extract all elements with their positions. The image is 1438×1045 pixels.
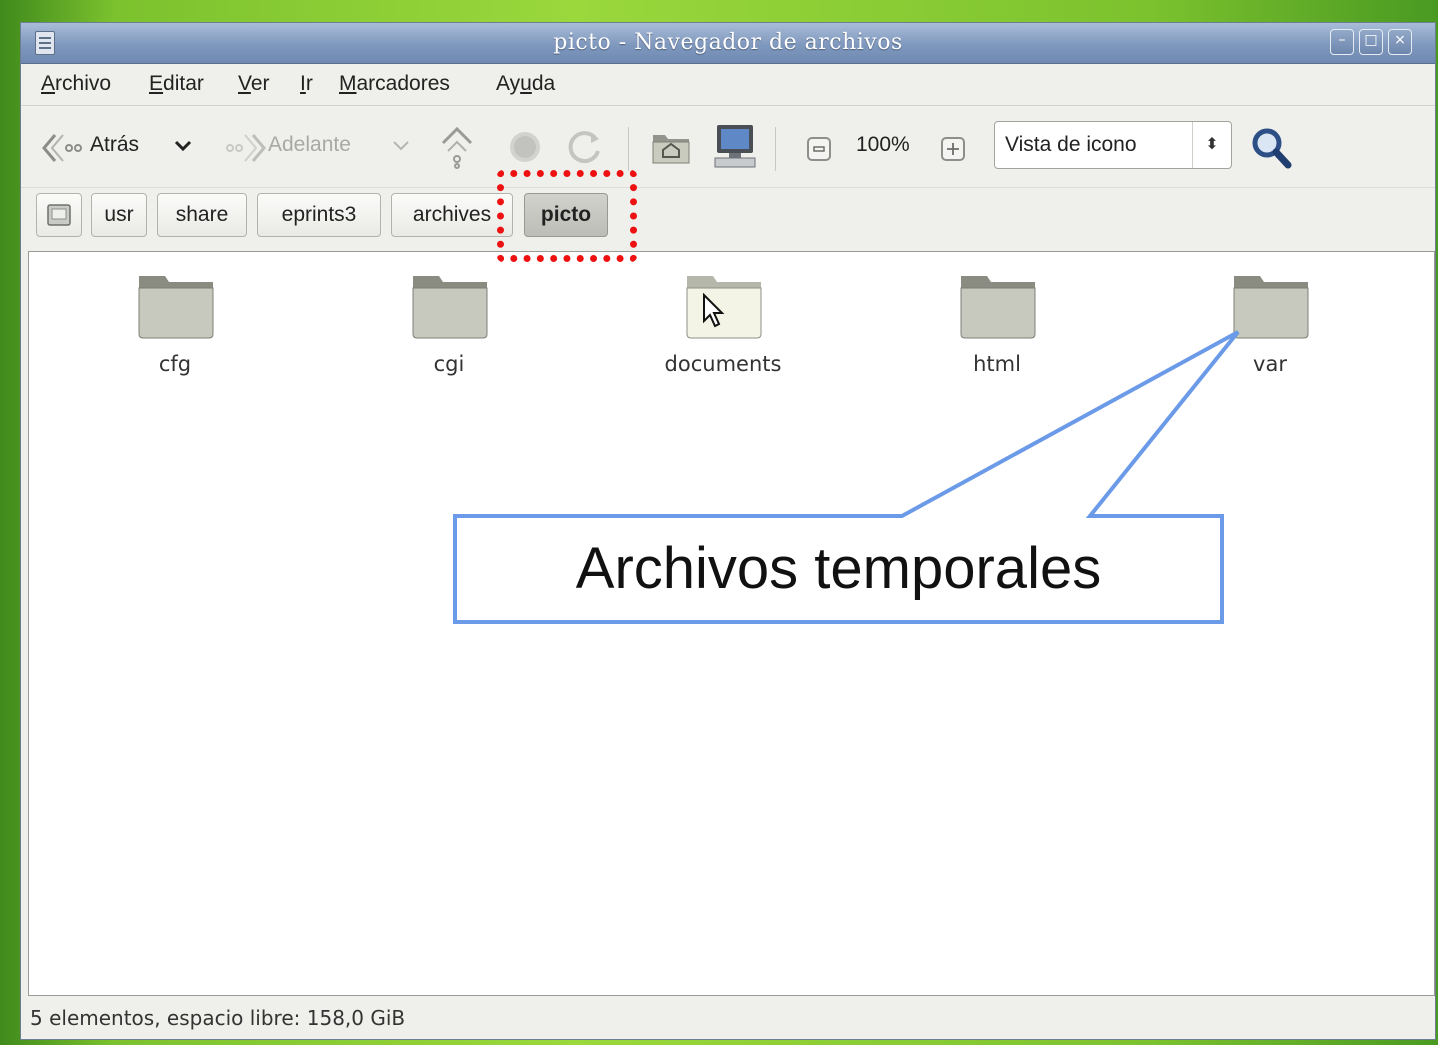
callout-label: Archivos temporales [575, 536, 1102, 601]
